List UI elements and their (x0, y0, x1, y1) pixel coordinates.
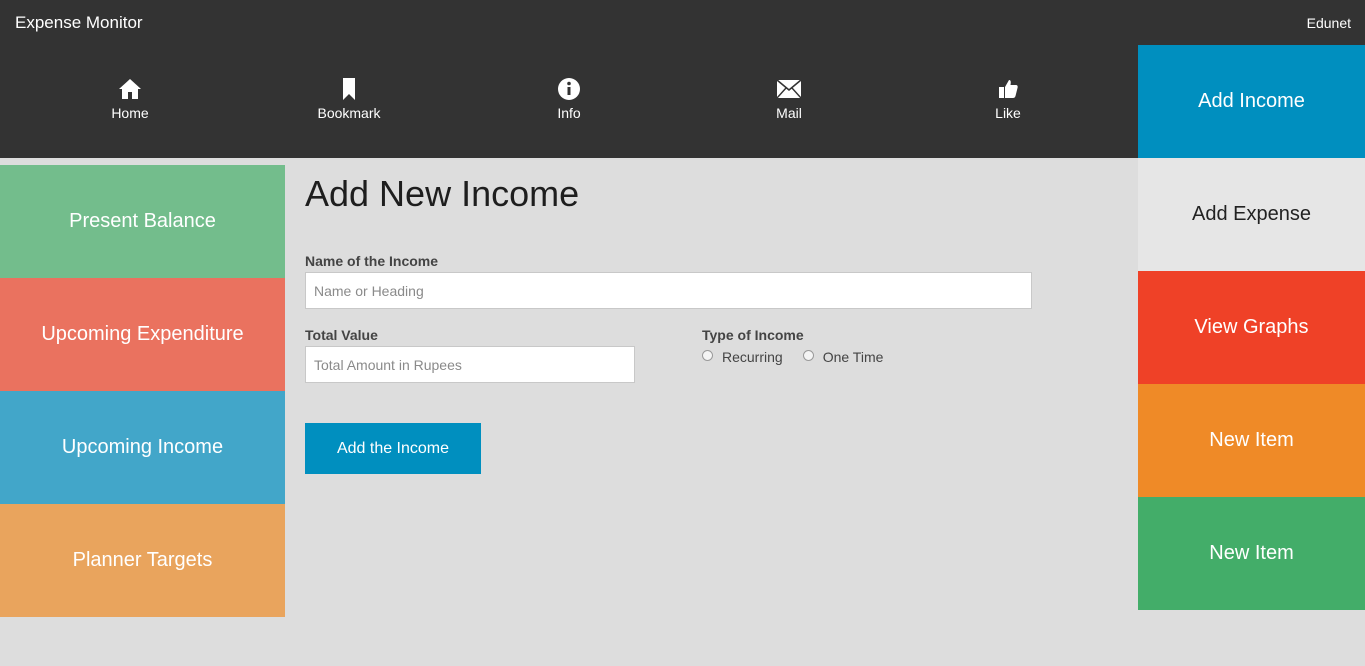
nav-info[interactable]: Info (509, 77, 629, 121)
tile-view-graphs[interactable]: View Graphs (1138, 271, 1365, 384)
radio-recurring[interactable] (702, 349, 713, 361)
tile-upcoming-income[interactable]: Upcoming Income (0, 391, 285, 504)
tile-present-balance[interactable]: Present Balance (0, 165, 285, 278)
add-income-button[interactable]: Add the Income (305, 423, 481, 474)
nav-mail[interactable]: Mail (729, 77, 849, 121)
income-type-label: Type of Income (702, 327, 804, 343)
nav-bookmark[interactable]: Bookmark (289, 77, 409, 121)
icon-nav: Home Bookmark Info Mail Like (0, 45, 1138, 158)
thumbs-up-icon (948, 77, 1068, 103)
nav-like[interactable]: Like (948, 77, 1068, 121)
income-name-input[interactable] (305, 272, 1032, 309)
total-value-input[interactable] (305, 346, 635, 383)
tile-new-item[interactable]: New Item (1138, 384, 1365, 497)
bookmark-icon (289, 77, 409, 103)
income-type-options: Recurring One Time (702, 349, 903, 365)
nav-info-label: Info (557, 105, 581, 121)
info-icon (509, 77, 629, 103)
left-tiles: Present Balance Upcoming Expenditure Upc… (0, 165, 285, 617)
tile-new-item[interactable]: New Item (1138, 497, 1365, 610)
tile-add-income[interactable]: Add Income (1138, 45, 1365, 158)
nav-home[interactable]: Home (70, 77, 190, 121)
home-icon (70, 77, 190, 103)
tile-planner-targets[interactable]: Planner Targets (0, 504, 285, 617)
radio-one-time-label[interactable]: One Time (823, 349, 884, 365)
nav-bookmark-label: Bookmark (317, 105, 381, 121)
user-name[interactable]: Edunet (1307, 15, 1351, 31)
tile-upcoming-expenditure[interactable]: Upcoming Expenditure (0, 278, 285, 391)
radio-recurring-label[interactable]: Recurring (722, 349, 783, 365)
right-tiles: Add Income Add Expense View Graphs New I… (1138, 45, 1365, 610)
tile-add-expense[interactable]: Add Expense (1138, 158, 1365, 271)
nav-mail-label: Mail (776, 105, 802, 121)
mail-icon (729, 77, 849, 103)
nav-like-label: Like (995, 105, 1021, 121)
nav-home-label: Home (111, 105, 149, 121)
income-name-label: Name of the Income (305, 253, 439, 269)
app-title[interactable]: Expense Monitor (15, 13, 143, 33)
total-value-label: Total Value (305, 327, 378, 343)
page-title: Add New Income (305, 173, 580, 214)
top-bar: Expense Monitor Edunet (0, 0, 1365, 45)
radio-one-time[interactable] (802, 349, 814, 361)
